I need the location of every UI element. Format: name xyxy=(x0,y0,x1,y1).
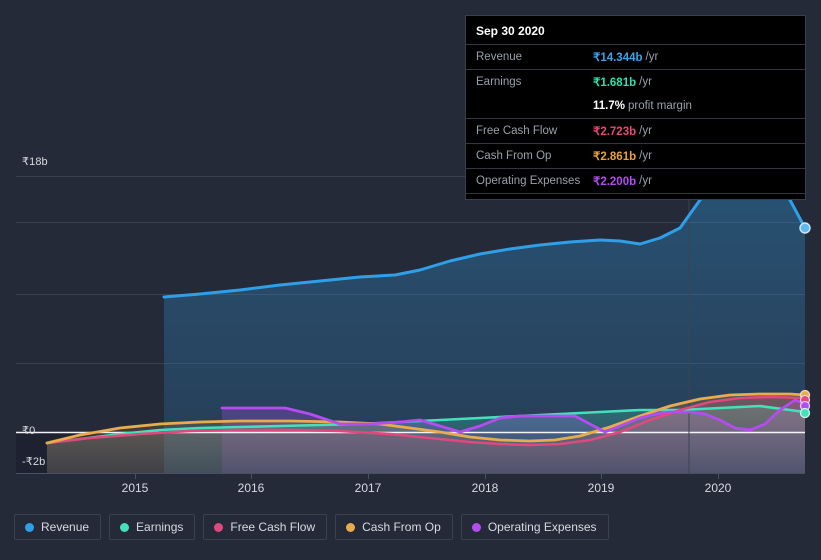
financial-chart-widget: ₹18b ₹0 -₹2b 2015 2016 2017 2018 2019 20… xyxy=(0,0,821,560)
tooltip-row-profit-margin: 11.7% profit margin xyxy=(466,94,805,118)
legend-label-earnings: Earnings xyxy=(136,520,184,534)
tooltip-row-revenue: Revenue ₹14.344b /yr xyxy=(466,44,805,69)
legend-label-free-cash-flow: Free Cash Flow xyxy=(230,520,316,534)
tooltip-label-earnings: Earnings xyxy=(476,75,522,88)
revenue-color-dot-icon xyxy=(25,522,34,532)
tooltip-row-earnings: Earnings ₹1.681b /yr xyxy=(466,69,805,94)
tooltip-label-revenue: Revenue xyxy=(476,50,523,63)
tooltip-unit-operating-expenses: /yr xyxy=(639,174,652,187)
tooltip-value-cash-from-op: ₹2.861b xyxy=(593,150,637,163)
tooltip-unit-cash-from-op: /yr xyxy=(639,149,652,162)
tooltip-unit-free-cash-flow: /yr xyxy=(639,124,652,137)
tooltip-date: Sep 30 2020 xyxy=(476,24,545,38)
free-cash-flow-color-dot-icon xyxy=(214,522,224,532)
tooltip-value-revenue: ₹14.344b xyxy=(593,51,643,64)
x-axis-label-2015: 2015 xyxy=(121,481,149,495)
endpoint-marker-revenue[interactable] xyxy=(799,222,811,234)
tooltip-value-free-cash-flow: ₹2.723b xyxy=(593,125,637,138)
tooltip-row-operating-expenses: Operating Expenses ₹2.200b /yr xyxy=(466,168,805,193)
earnings-color-dot-icon xyxy=(120,522,130,532)
y-axis-label-bottom: -₹2b xyxy=(22,456,46,468)
tooltip-bottom-rule xyxy=(466,193,805,199)
legend-item-cash-from-op[interactable]: Cash From Op xyxy=(335,514,453,540)
x-axis-label-2020: 2020 xyxy=(704,481,732,495)
y-axis-label-top: ₹18b xyxy=(22,156,48,168)
x-axis-label-2016: 2016 xyxy=(237,481,265,495)
tooltip-unit-revenue: /yr xyxy=(645,50,659,63)
tooltip-unit-earnings: /yr xyxy=(639,75,652,88)
legend-item-free-cash-flow[interactable]: Free Cash Flow xyxy=(203,514,328,540)
tooltip-label-operating-expenses: Operating Expenses xyxy=(476,174,581,187)
legend-item-revenue[interactable]: Revenue xyxy=(14,514,102,540)
tooltip-row-cash-from-op: Cash From Op ₹2.861b /yr xyxy=(466,143,805,168)
x-axis-label-2017: 2017 xyxy=(354,481,382,495)
chart-tooltip: Sep 30 2020 Revenue ₹14.344b /yr Earning… xyxy=(465,15,806,200)
legend-label-operating-expenses: Operating Expenses xyxy=(487,520,597,534)
operating-expenses-color-dot-icon xyxy=(471,522,481,532)
tooltip-value-profit-margin: 11.7% xyxy=(593,99,625,112)
tooltip-label-free-cash-flow: Free Cash Flow xyxy=(476,124,558,137)
x-axis-label-2018: 2018 xyxy=(471,481,499,495)
tooltip-label-cash-from-op: Cash From Op xyxy=(476,149,552,162)
tooltip-row-free-cash-flow: Free Cash Flow ₹2.723b /yr xyxy=(466,118,805,143)
legend-item-operating-expenses[interactable]: Operating Expenses xyxy=(460,514,609,540)
tooltip-value-earnings: ₹1.681b xyxy=(593,76,637,89)
legend-label-revenue: Revenue xyxy=(41,520,90,534)
legend-label-cash-from-op: Cash From Op xyxy=(362,520,441,534)
y-axis-label-zero: ₹0 xyxy=(22,425,36,437)
chart-legend: Revenue Earnings Free Cash Flow Cash Fro… xyxy=(14,514,609,540)
endpoint-marker-earnings[interactable] xyxy=(799,407,811,419)
x-axis-label-2019: 2019 xyxy=(587,481,615,495)
tooltip-value-operating-expenses: ₹2.200b xyxy=(593,175,637,188)
tooltip-unit-profit-margin: profit margin xyxy=(627,99,692,112)
legend-item-earnings[interactable]: Earnings xyxy=(109,514,196,540)
cash-from-op-color-dot-icon xyxy=(346,522,356,532)
